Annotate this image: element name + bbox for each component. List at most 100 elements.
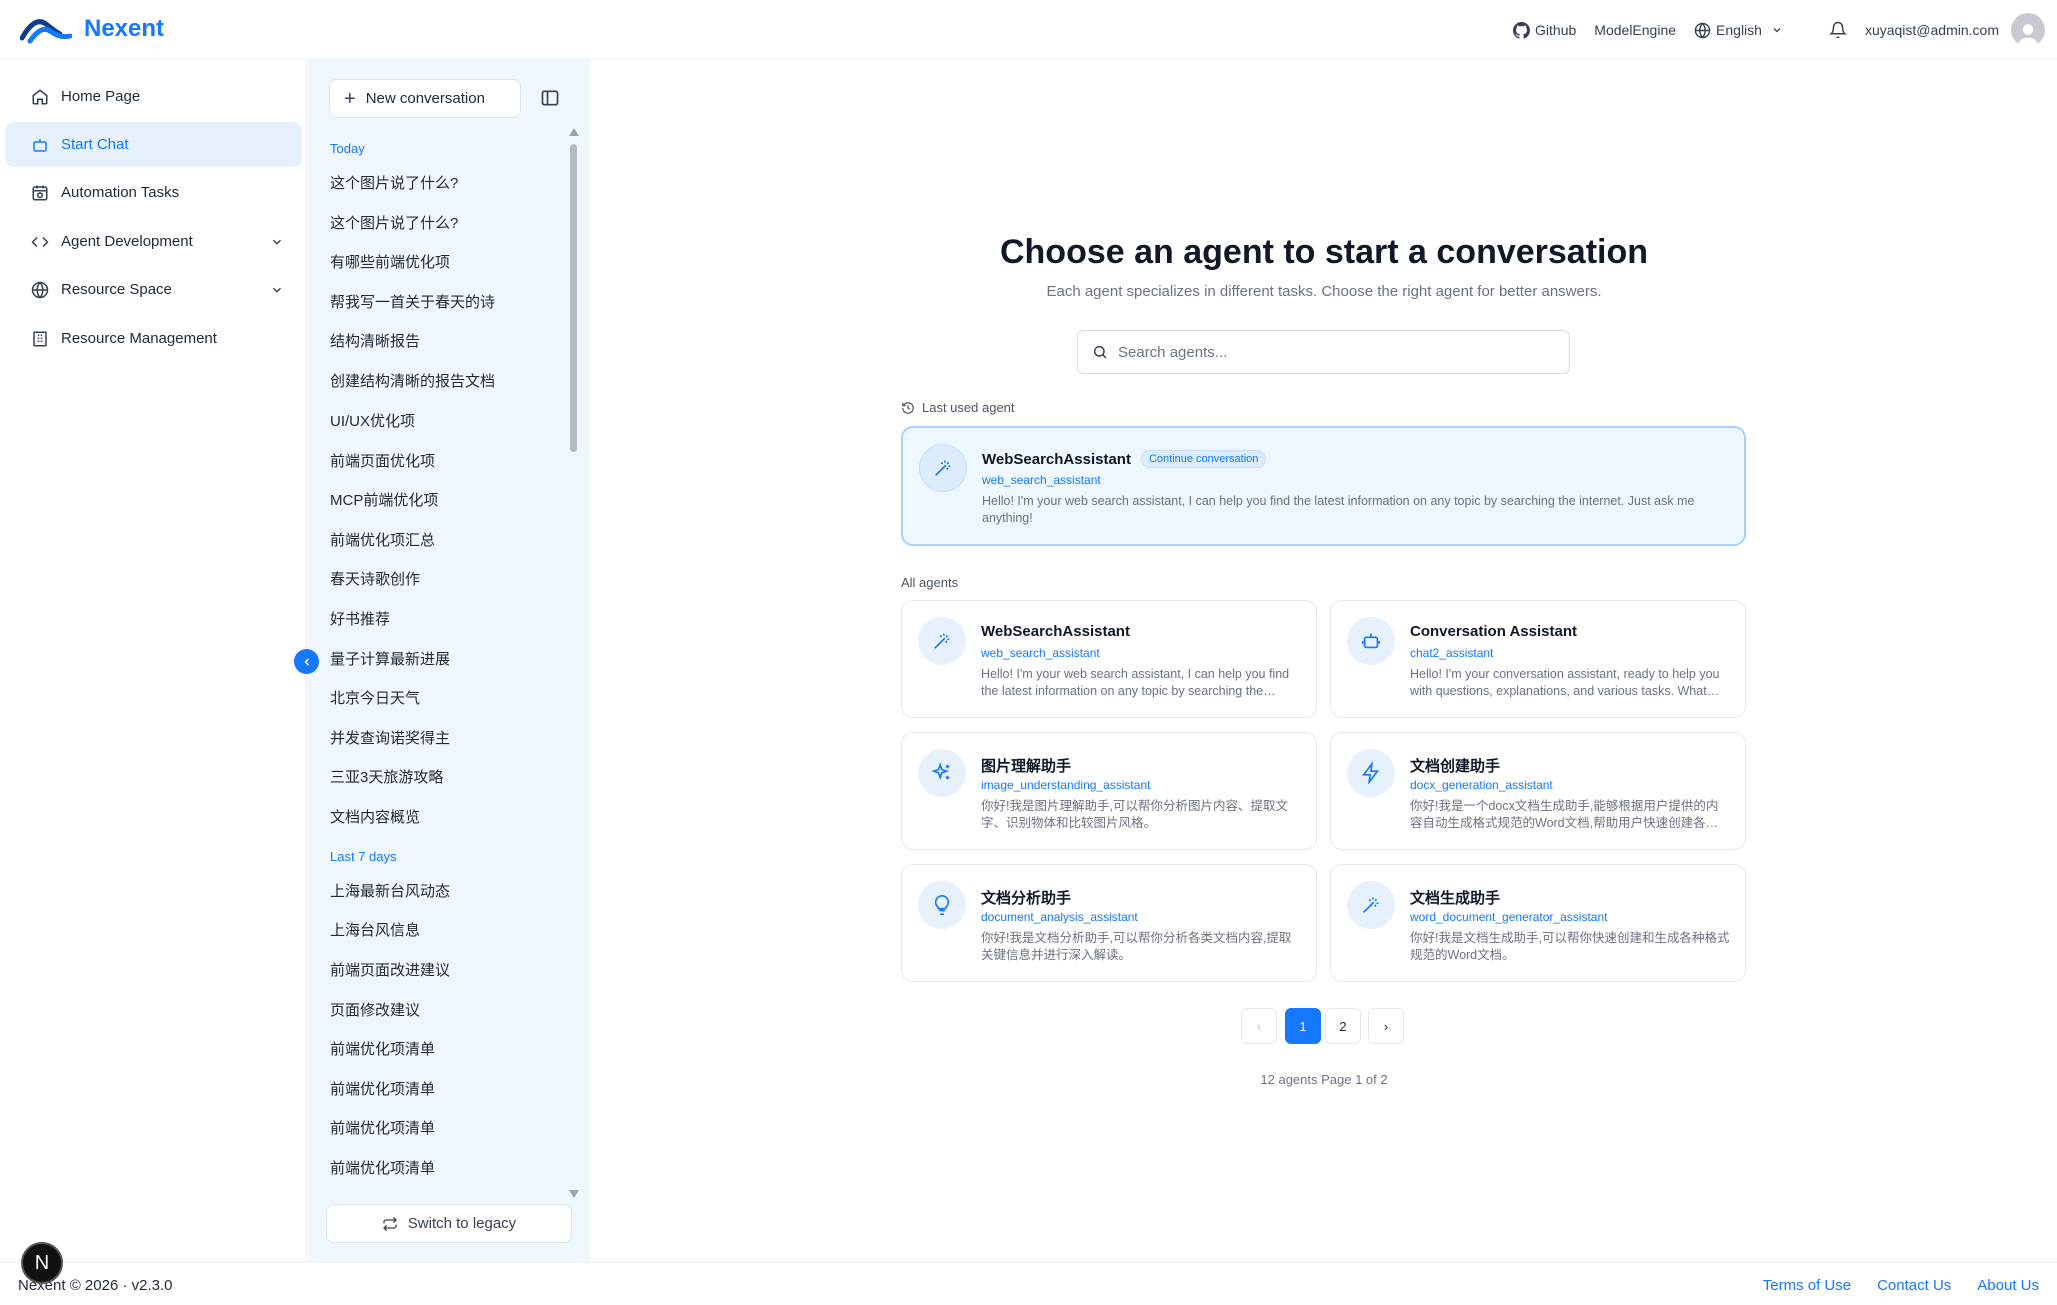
agent-card[interactable]: 图片理解助手 image_understanding_assistant 你好!… — [901, 732, 1317, 850]
contact-us-link[interactable]: Contact Us — [1877, 1277, 1951, 1294]
sidebar-item-resource-space[interactable]: Resource Space — [5, 267, 302, 312]
avatar[interactable] — [2011, 13, 2045, 47]
modelengine-link[interactable]: ModelEngine — [1594, 22, 1676, 38]
agent-avatar — [918, 617, 966, 665]
agent-id: chat2_assistant — [1410, 646, 1494, 660]
magic-wand-icon — [1363, 897, 1379, 913]
conversation-item[interactable]: 前端优化项清单 — [330, 1157, 435, 1178]
switch-to-legacy-button[interactable]: Switch to legacy — [326, 1204, 572, 1243]
agent-avatar — [1347, 749, 1395, 797]
agent-id: web_search_assistant — [981, 646, 1100, 660]
conversation-scrollbar[interactable] — [568, 128, 579, 1198]
pagination-page-1[interactable]: 1 — [1285, 1008, 1321, 1044]
magic-wand-icon — [935, 460, 951, 476]
scroll-down-arrow-icon[interactable] — [569, 1190, 579, 1198]
agent-card[interactable]: 文档生成助手 word_document_generator_assistant… — [1330, 864, 1746, 982]
agent-name: WebSearchAssistant — [981, 623, 1130, 640]
calendar-clock-icon — [32, 185, 48, 200]
conversation-item[interactable]: 前端优化项汇总 — [330, 529, 435, 550]
header-actions: Github ModelEngine English xuyaqist@admi… — [1513, 12, 2045, 48]
search-input[interactable] — [1118, 343, 1518, 361]
github-link[interactable]: Github — [1513, 21, 1576, 39]
search-icon — [1093, 345, 1107, 359]
group-title-today: Today — [330, 141, 365, 156]
conversation-item[interactable]: 好书推荐 — [330, 608, 390, 629]
conversation-item[interactable]: 前端页面优化项 — [330, 450, 435, 471]
conversation-item[interactable]: 前端优化项清单 — [330, 1038, 435, 1059]
app-logo[interactable]: Nexent — [20, 14, 164, 44]
agent-description: Hello! I'm your conversation assistant, … — [1410, 667, 1720, 698]
conversation-item[interactable]: 前端优化项清单 — [330, 1078, 435, 1099]
agent-search-box[interactable] — [1077, 330, 1570, 374]
terms-of-use-link[interactable]: Terms of Use — [1763, 1277, 1851, 1294]
agent-avatar — [918, 749, 966, 797]
conversation-item[interactable]: 北京今日天气 — [330, 687, 420, 708]
agent-name: 图片理解助手 — [981, 758, 1072, 775]
sidebar-toggle-icon[interactable] — [540, 88, 560, 108]
conversation-item[interactable]: 帮我写一首关于春天的诗 — [330, 291, 495, 312]
scroll-up-arrow-icon[interactable] — [569, 128, 579, 136]
lightbulb-icon — [934, 895, 950, 915]
continue-conversation-badge[interactable]: Continue conversation — [1140, 450, 1267, 468]
sidebar-item-resource-management[interactable]: Resource Management — [5, 316, 302, 361]
page-title: Choose an agent to start a conversation — [999, 233, 1649, 271]
conversation-item[interactable]: 上海最新台风动态 — [330, 880, 450, 901]
agent-name: 文档生成助手 — [1410, 890, 1501, 907]
agent-name: WebSearchAssistant Continue conversation — [982, 450, 1267, 468]
agent-description: Hello! I'm your web search assistant, I … — [981, 667, 1290, 698]
agent-description: 你好!我是文档分析助手,可以帮你分析各类文档内容,提取关键信息并进行深入解读。 — [981, 931, 1292, 962]
agent-card[interactable]: 文档创建助手 docx_generation_assistant 你好!我是一个… — [1330, 732, 1746, 850]
agent-id: document_analysis_assistant — [981, 910, 1138, 924]
agent-card[interactable]: 文档分析助手 document_analysis_assistant 你好!我是… — [901, 864, 1317, 982]
sidebar-item-home[interactable]: Home Page — [5, 74, 302, 119]
conversation-item[interactable]: MCP前端优化项 — [330, 489, 438, 510]
conversation-item[interactable]: 文档内容概览 — [330, 806, 420, 827]
agent-name: 文档创建助手 — [1410, 758, 1501, 775]
pagination-prev-button[interactable]: ‹ — [1241, 1008, 1277, 1044]
conversation-item[interactable]: 并发查询诺奖得主 — [330, 727, 450, 748]
language-select[interactable]: English — [1694, 22, 1783, 39]
sidebar-item-label: Agent Development — [61, 233, 193, 250]
footer: Nexent © 2026 · v2.3.0 Terms of Use Cont… — [0, 1262, 2057, 1305]
pagination-next-button[interactable]: › — [1368, 1008, 1404, 1044]
globe-icon — [1694, 22, 1711, 38]
conversation-item[interactable]: 量子计算最新进展 — [330, 648, 450, 669]
conversation-item[interactable]: 上海台风信息 — [330, 919, 420, 940]
conversation-item[interactable]: UI/UX优化项 — [330, 410, 415, 431]
user-email[interactable]: xuyaqist@admin.com — [1865, 22, 1999, 38]
about-us-link[interactable]: About Us — [1977, 1277, 2039, 1294]
last-used-heading: Last used agent — [901, 400, 1015, 415]
conversation-item[interactable]: 前端页面改进建议 — [330, 959, 450, 980]
sidebar-item-agent-development[interactable]: Agent Development — [5, 219, 302, 264]
sidebar-item-label: Automation Tasks — [61, 184, 180, 201]
conversation-item[interactable]: 这个图片说了什么? — [330, 212, 458, 233]
last-used-agent-card[interactable]: WebSearchAssistant Continue conversation … — [901, 426, 1746, 546]
agent-id: word_document_generator_assistant — [1410, 910, 1608, 924]
conversation-item[interactable]: 这个图片说了什么? — [330, 172, 458, 193]
refresh-icon — [382, 1216, 397, 1231]
agent-description: 你好!我是文档生成助手,可以帮你快速创建和生成各种格式规范的Word文档。 — [1410, 931, 1730, 962]
new-conversation-button[interactable]: + New conversation — [329, 79, 521, 118]
conversation-item[interactable]: 结构清晰报告 — [330, 330, 420, 351]
conversation-item[interactable]: 前端优化项清单 — [330, 1117, 435, 1138]
collapse-sidebar-button[interactable] — [294, 649, 319, 674]
agent-card[interactable]: Conversation Assistant chat2_assistant H… — [1330, 600, 1746, 718]
bell-icon — [1828, 21, 1847, 39]
conversation-item[interactable]: 有哪些前端优化项 — [330, 251, 450, 272]
footer-links: Terms of Use Contact Us About Us — [1763, 1277, 2039, 1294]
sidebar-item-start-chat[interactable]: Start Chat — [5, 122, 302, 167]
pagination-page-2[interactable]: 2 — [1325, 1008, 1361, 1044]
conversation-item[interactable]: 页面修改建议 — [330, 999, 420, 1020]
chevron-down-icon — [272, 239, 282, 245]
conversation-item[interactable]: 创建结构清晰的报告文档 — [330, 370, 495, 391]
conversation-item[interactable]: 春天诗歌创作 — [330, 568, 420, 589]
agent-id: docx_generation_assistant — [1410, 778, 1553, 792]
conversation-panel: + New conversation Today 这个图片说了什么? 这个图片说… — [308, 60, 590, 1262]
building-icon — [33, 331, 47, 346]
notifications-button[interactable] — [1828, 21, 1847, 39]
sidebar-item-automation-tasks[interactable]: Automation Tasks — [5, 170, 302, 215]
agent-card[interactable]: WebSearchAssistant web_search_assistant … — [901, 600, 1317, 718]
scrollbar-thumb[interactable] — [570, 144, 577, 452]
conversation-item[interactable]: 三亚3天旅游攻略 — [330, 766, 443, 787]
n-avatar-badge[interactable]: N — [21, 1242, 63, 1284]
